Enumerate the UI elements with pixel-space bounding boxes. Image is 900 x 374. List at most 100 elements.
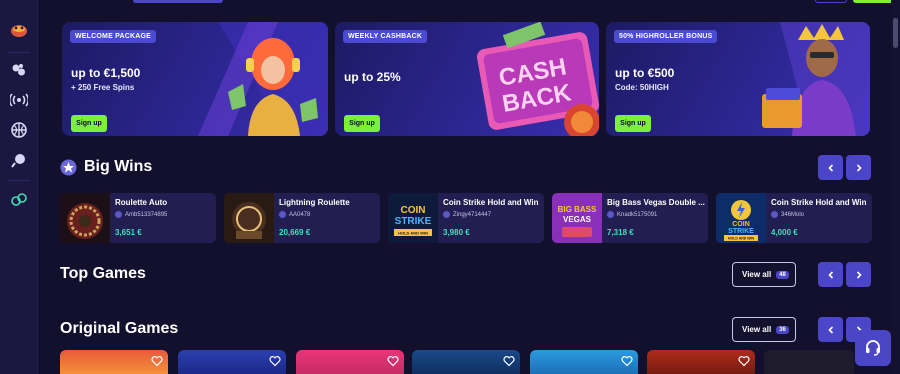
game-tile[interactable]: [296, 350, 404, 374]
user-icon: [443, 211, 450, 218]
promo-banner-cashback[interactable]: WEEKLY CASHBACK up to 25% Sign up CASH B…: [335, 22, 599, 136]
thumbnail-text: COIN: [732, 221, 750, 228]
promo-tag: WELCOME PACKAGE: [70, 30, 156, 43]
heart-icon[interactable]: [621, 355, 633, 367]
player-name-text: Zingy4714447: [453, 211, 492, 218]
big-win-card[interactable]: Roulette Auto Amb513374895 3,651 €: [60, 193, 216, 243]
promo-headline: up to 25%: [344, 70, 401, 84]
game-name: Roulette Auto: [115, 198, 168, 207]
player-name-text: 346Molo: [781, 211, 805, 218]
games-count-badge: 36: [776, 325, 789, 334]
win-amount: 3,980 €: [443, 228, 470, 237]
sign-up-button[interactable]: Sign up: [615, 115, 651, 132]
headset-icon: [866, 340, 880, 356]
thumbnail-text: STRIKE: [728, 228, 754, 235]
chevron-left-icon: [827, 325, 833, 334]
user-icon: [279, 211, 286, 218]
game-tile[interactable]: [647, 350, 755, 374]
heart-icon[interactable]: [503, 355, 515, 367]
win-amount: 7,318 €: [607, 228, 634, 237]
sign-up-button[interactable]: Sign up: [71, 115, 107, 132]
section-title-big-wins: Big Wins: [84, 158, 153, 175]
sidebar: [0, 0, 38, 374]
prev-button[interactable]: [818, 317, 843, 342]
prev-button[interactable]: [818, 262, 843, 287]
thumbnail-text: VEGAS: [563, 215, 592, 224]
view-all-top-games-button[interactable]: View all 48: [732, 262, 796, 287]
chevron-left-icon: [827, 270, 833, 279]
promo-headline: up to €500: [615, 66, 675, 80]
player-name: 346Molo: [771, 211, 804, 218]
top-login-stub[interactable]: [815, 0, 847, 3]
thumbnail-text: HOLD AND WIN: [398, 231, 428, 236]
win-amount: 20,669 €: [279, 228, 311, 237]
view-all-original-games-button[interactable]: View all 36: [732, 317, 796, 342]
page-scrollbar[interactable]: [891, 0, 900, 374]
scrollbar-thumb[interactable]: [893, 18, 898, 48]
thumbnail-text: COIN: [401, 205, 426, 216]
top-register-stub[interactable]: [853, 0, 893, 3]
next-button[interactable]: [846, 155, 871, 180]
sidebar-divider: [8, 180, 30, 181]
game-thumbnail: BIG BASS VEGAS: [552, 193, 602, 243]
game-tile[interactable]: [764, 350, 854, 374]
user-icon: [607, 211, 614, 218]
promo-banner-welcome[interactable]: WELCOME PACKAGE up to €1,500 + 250 Free …: [62, 22, 328, 136]
chevron-right-icon: [856, 163, 862, 172]
game-name: Coin Strike Hold and Win: [443, 198, 539, 207]
big-win-card[interactable]: BIG BASS VEGAS Big Bass Vegas Double ...…: [552, 193, 708, 243]
promo-character-art: [198, 22, 328, 136]
game-thumbnail: COIN STRIKE HOLD AND WIN: [716, 193, 766, 243]
heart-icon[interactable]: [151, 355, 163, 367]
heart-icon[interactable]: [738, 355, 750, 367]
casino-icon[interactable]: [9, 60, 29, 80]
game-thumbnail: [60, 193, 110, 243]
promo-headline: up to €1,500: [71, 66, 141, 80]
game-tile[interactable]: [60, 350, 168, 374]
heart-icon[interactable]: [269, 355, 281, 367]
thumbnail-text: STRIKE: [395, 216, 432, 227]
sidebar-divider: [8, 52, 30, 53]
prev-button[interactable]: [818, 155, 843, 180]
thumbnail-text: HOLD AND WIN: [728, 237, 755, 241]
promo-banner-highroller[interactable]: 50% HIGHROLLER BONUS up to €500 Code: 50…: [606, 22, 870, 136]
player-name: Zingy4714447: [443, 211, 491, 218]
big-win-card[interactable]: Lightning Roulette AA0478 20,669 €: [224, 193, 380, 243]
heart-icon[interactable]: [387, 355, 399, 367]
highroller-character-art: [762, 22, 870, 136]
promo-subtext: Code: 50HIGH: [615, 83, 669, 92]
top-tab-stub[interactable]: [133, 0, 223, 3]
game-thumbnail: COIN STRIKE HOLD AND WIN: [388, 193, 438, 243]
star-icon: [60, 159, 77, 176]
chevron-left-icon: [827, 163, 833, 172]
view-all-label: View all: [742, 270, 772, 279]
player-name: AA0478: [279, 211, 310, 218]
promo-subtext: + 250 Free Spins: [71, 83, 135, 92]
player-name-text: Amb513374895: [125, 211, 168, 218]
game-name: Lightning Roulette: [279, 198, 350, 207]
player-name-text: AA0478: [289, 211, 311, 218]
player-name-text: Knadk5175091: [617, 211, 658, 218]
games-count-badge: 48: [776, 270, 789, 279]
promo-tag: WEEKLY CASHBACK: [343, 30, 428, 43]
game-name: Coin Strike Hold and Win: [771, 198, 867, 207]
live-support-button[interactable]: [855, 330, 891, 366]
game-tile[interactable]: [178, 350, 286, 374]
sports-icon[interactable]: [9, 150, 29, 170]
next-button[interactable]: [846, 262, 871, 287]
player-name: Amb513374895: [115, 211, 167, 218]
section-title-original-games: Original Games: [60, 320, 179, 337]
user-icon: [771, 211, 778, 218]
game-tile[interactable]: [530, 350, 638, 374]
live-icon[interactable]: [9, 90, 29, 110]
support-chat-icon[interactable]: [9, 190, 29, 210]
player-name: Knadk5175091: [607, 211, 657, 218]
user-icon: [115, 211, 122, 218]
big-win-card[interactable]: COIN STRIKE HOLD AND WIN Coin Strike Hol…: [388, 193, 544, 243]
logo-icon[interactable]: [9, 20, 29, 40]
thumbnail-text: BIG BASS: [558, 205, 597, 214]
big-win-card[interactable]: COIN STRIKE HOLD AND WIN Coin Strike Hol…: [716, 193, 872, 243]
basketball-icon[interactable]: [9, 120, 29, 140]
game-tile[interactable]: [412, 350, 520, 374]
sign-up-button[interactable]: Sign up: [344, 115, 380, 132]
